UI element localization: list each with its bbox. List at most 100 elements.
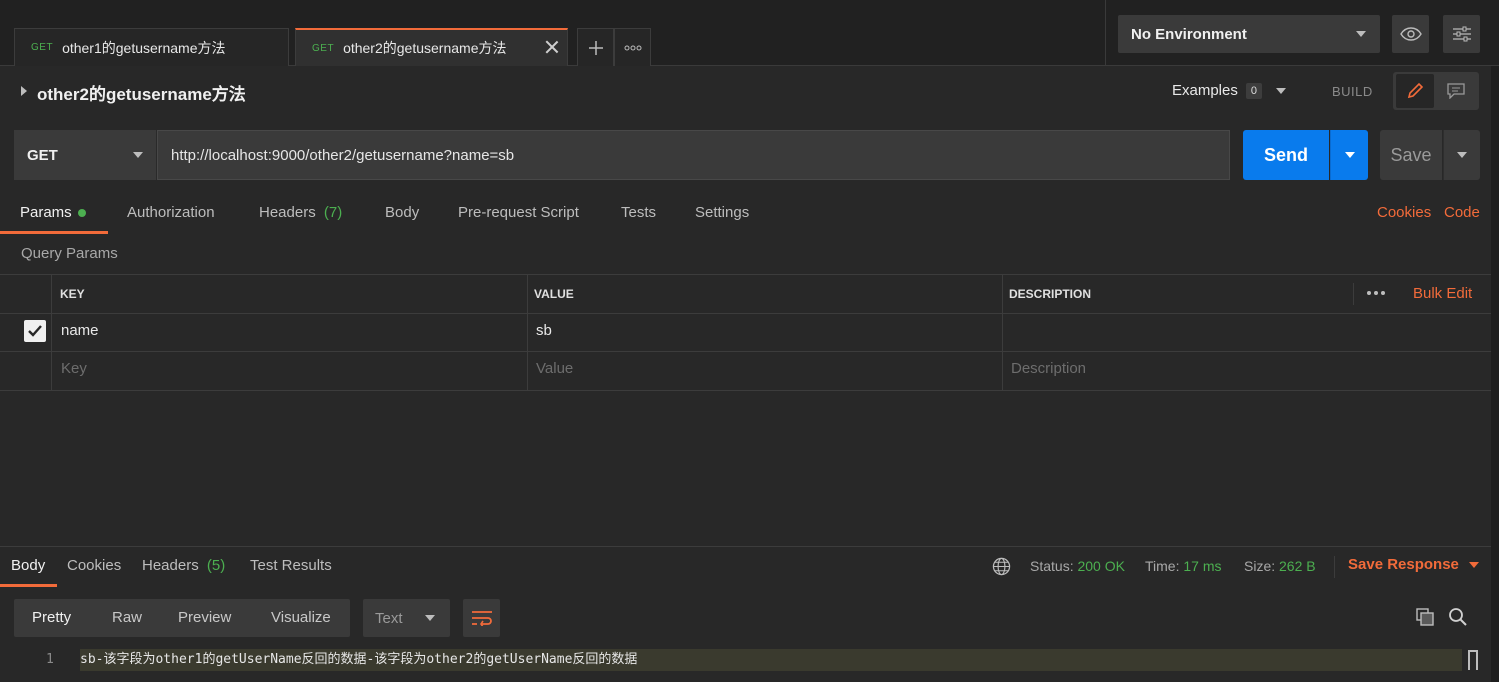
response-divider[interactable]: [0, 546, 1491, 547]
status-value: 200 OK: [1077, 558, 1125, 574]
save-button[interactable]: Save: [1380, 130, 1442, 180]
query-params-heading: Query Params: [21, 245, 118, 262]
caret-right-icon[interactable]: [20, 86, 28, 96]
cookies-link[interactable]: Cookies: [1377, 204, 1431, 221]
response-headers-label: Headers: [142, 557, 199, 574]
active-tab-indicator: [0, 231, 108, 234]
request-tab-other2[interactable]: GET other2的getusername方法: [295, 28, 568, 66]
column-header-key: KEY: [60, 287, 85, 301]
chevron-down-icon: [1356, 31, 1366, 37]
globe-icon[interactable]: [992, 557, 1011, 576]
more-icon: [624, 45, 641, 50]
tab-params[interactable]: Params: [20, 204, 86, 221]
wrap-icon: [471, 611, 492, 626]
url-input[interactable]: [157, 130, 1230, 180]
send-button[interactable]: Send: [1243, 130, 1329, 180]
eye-icon: [1399, 27, 1422, 41]
check-icon: [28, 325, 42, 337]
status-label: Status:: [1030, 558, 1074, 574]
tab-tests[interactable]: Tests: [621, 204, 656, 221]
more-options-icon[interactable]: [1366, 290, 1386, 296]
tab-settings[interactable]: Settings: [695, 204, 749, 221]
size-label: Size:: [1244, 558, 1276, 574]
response-body-line[interactable]: sb-该字段为other1的getUserName反回的数据-该字段为other…: [80, 649, 1462, 671]
send-options-button[interactable]: [1330, 130, 1368, 180]
examples-label: Examples: [1172, 82, 1238, 99]
new-param-description-input[interactable]: Description: [1011, 360, 1086, 377]
param-key-cell[interactable]: name: [61, 322, 99, 339]
window-scrollbar[interactable]: [1491, 66, 1499, 682]
tab-headers-label: Headers: [259, 204, 316, 221]
tab-authorization[interactable]: Authorization: [127, 204, 215, 221]
comments-mode-button[interactable]: [1437, 74, 1475, 108]
format-preview[interactable]: Preview: [178, 609, 231, 626]
chevron-down-icon: [1275, 87, 1286, 94]
environment-select[interactable]: No Environment: [1118, 15, 1380, 53]
size-value: 262 B: [1279, 558, 1316, 574]
response-time: Time: 17 ms: [1145, 558, 1222, 574]
format-pretty[interactable]: Pretty: [32, 609, 71, 626]
request-tab-other1[interactable]: GET other1的getusername方法: [14, 28, 289, 66]
tab-method: GET: [31, 42, 54, 53]
tab-label: other2的getusername方法: [343, 40, 507, 56]
language-select[interactable]: Text: [363, 599, 450, 637]
tab-label: other1的getusername方法: [62, 39, 226, 56]
more-tabs-button[interactable]: [614, 28, 651, 66]
format-visualize[interactable]: Visualize: [271, 609, 331, 626]
environment-quick-look-button[interactable]: [1392, 15, 1429, 53]
save-response-label: Save Response: [1348, 556, 1459, 573]
comment-icon: [1447, 83, 1465, 99]
language-value: Text: [375, 609, 403, 627]
headers-count: (7): [323, 204, 343, 221]
build-label: BUILD: [1332, 84, 1373, 99]
manage-environments-button[interactable]: [1443, 15, 1480, 53]
search-icon[interactable]: [1448, 607, 1468, 627]
pencil-icon: [1407, 82, 1424, 99]
edit-mode-button[interactable]: [1396, 74, 1434, 108]
environment-value: No Environment: [1131, 25, 1247, 43]
response-active-tab-indicator: [0, 584, 57, 587]
copy-icon[interactable]: [1415, 607, 1435, 627]
chevron-down-icon: [1344, 152, 1355, 158]
examples-count: 0: [1245, 82, 1262, 99]
response-tab-test-results[interactable]: Test Results: [250, 557, 332, 574]
params-table: [0, 274, 1491, 391]
sliders-icon: [1452, 26, 1471, 42]
param-value-cell[interactable]: sb: [536, 322, 552, 339]
code-link[interactable]: Code: [1444, 204, 1480, 221]
column-header-value: VALUE: [534, 287, 574, 301]
tab-params-label: Params: [20, 204, 72, 221]
response-headers-count: (5): [206, 557, 226, 574]
chevron-down-icon: [1457, 152, 1467, 158]
tab-method: GET: [312, 42, 335, 54]
new-param-value-input[interactable]: Value: [536, 360, 573, 377]
chevron-down-icon: [425, 615, 435, 621]
params-indicator: [77, 209, 86, 218]
response-tab-headers[interactable]: Headers (5): [142, 557, 225, 574]
text-cursor: [1468, 650, 1478, 670]
tab-body[interactable]: Body: [385, 204, 419, 221]
close-icon[interactable]: [545, 40, 559, 54]
method-value: GET: [27, 146, 58, 164]
format-raw[interactable]: Raw: [112, 609, 142, 626]
method-select[interactable]: GET: [14, 130, 157, 180]
bulk-edit-link[interactable]: Bulk Edit: [1413, 285, 1472, 302]
time-value: 17 ms: [1183, 558, 1222, 574]
response-tab-cookies[interactable]: Cookies: [67, 557, 121, 574]
plus-icon: [588, 40, 603, 55]
tab-prerequest-script[interactable]: Pre-request Script: [458, 204, 579, 221]
column-header-description: DESCRIPTION: [1009, 287, 1092, 301]
new-tab-button[interactable]: [577, 28, 614, 66]
response-status: Status: 200 OK: [1030, 558, 1125, 574]
save-options-button[interactable]: [1443, 130, 1480, 180]
tab-headers[interactable]: Headers (7): [259, 204, 342, 221]
chevron-down-icon: [133, 152, 143, 158]
param-enabled-checkbox[interactable]: [24, 320, 46, 342]
new-param-key-input[interactable]: Key: [61, 360, 87, 377]
response-size: Size: 262 B: [1244, 558, 1316, 574]
request-title[interactable]: other2的getusername方法: [37, 80, 246, 105]
save-response-button[interactable]: Save Response: [1348, 556, 1479, 573]
examples-dropdown[interactable]: Examples 0: [1172, 82, 1286, 99]
response-tab-body[interactable]: Body: [11, 557, 45, 574]
wrap-lines-button[interactable]: [463, 599, 500, 637]
